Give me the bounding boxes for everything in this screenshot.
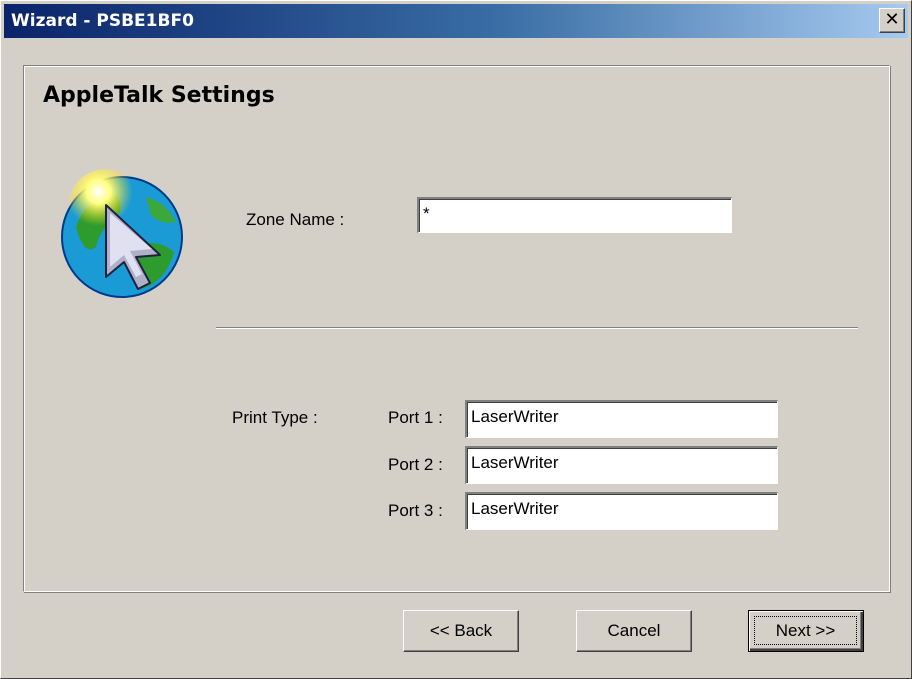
port-2-label: Port 2 :: [388, 455, 443, 474]
window-title: Wizard - PSBE1BF0: [11, 11, 194, 31]
cancel-button[interactable]: Cancel: [576, 610, 692, 652]
port-1-label: Port 1 :: [388, 408, 443, 427]
appletalk-globe-pointer-icon: [61, 169, 183, 298]
zone-name-input[interactable]: *: [417, 197, 732, 233]
close-button[interactable]: ✕: [879, 8, 905, 33]
title-bar[interactable]: Wizard - PSBE1BF0 ✕: [4, 4, 908, 38]
section-divider: [216, 327, 858, 329]
print-type-label: Print Type :: [232, 408, 318, 427]
zone-name-label: Zone Name :: [246, 210, 345, 229]
port-1-input[interactable]: LaserWriter: [465, 400, 778, 438]
port-3-label: Port 3 :: [388, 501, 443, 520]
page-title: AppleTalk Settings: [43, 83, 275, 108]
next-button-label: Next >>: [754, 616, 857, 645]
port-2-input[interactable]: LaserWriter: [465, 446, 778, 484]
wizard-window: Wizard - PSBE1BF0 ✕ AppleTalk Settings Z…: [0, 0, 912, 679]
back-button[interactable]: << Back: [403, 610, 519, 652]
port-3-input[interactable]: LaserWriter: [465, 492, 778, 530]
close-icon: ✕: [884, 9, 900, 30]
next-button[interactable]: Next >>: [748, 610, 864, 652]
